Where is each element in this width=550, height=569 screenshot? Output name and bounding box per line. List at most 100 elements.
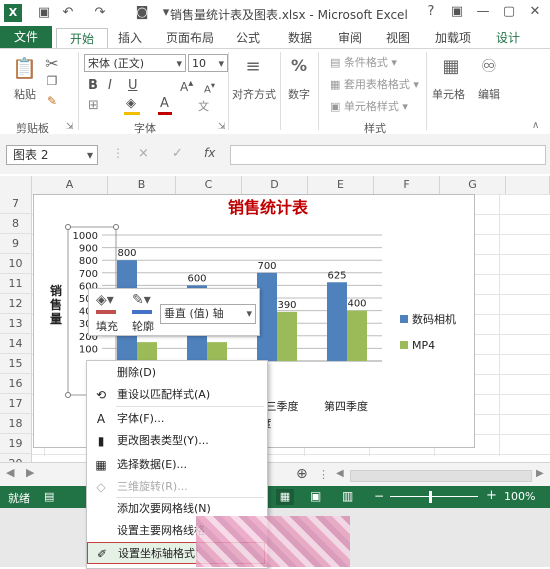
add-sheet-icon[interactable]: ⊕ [296, 466, 308, 482]
chart-element-select[interactable]: 垂直 (值) 轴 ▾ [160, 304, 256, 324]
help-icon[interactable]: ? [420, 3, 442, 21]
cut-icon[interactable]: ✂ [44, 54, 60, 73]
tab-view[interactable]: 视图 [378, 28, 418, 48]
context-menu-item[interactable]: A 字体(F)... [87, 408, 265, 430]
context-menu-item[interactable]: ◇ 三维旋转(R)... [87, 476, 265, 498]
context-menu-item[interactable]: ▮ 更改图表类型(Y)... [87, 430, 265, 452]
scroll-left-icon[interactable]: ◀ [336, 468, 346, 479]
format-painter-icon[interactable]: ✎ [44, 94, 60, 108]
tab-review[interactable]: 审阅 [330, 28, 370, 48]
save-icon[interactable]: ▣ [36, 5, 52, 21]
row-header[interactable]: 14 [0, 334, 32, 354]
cancel-icon[interactable]: × [138, 146, 149, 161]
editing-button[interactable]: 编辑 [478, 86, 500, 102]
enter-icon[interactable]: ✓ [172, 146, 183, 161]
column-header[interactable]: E [308, 176, 374, 194]
row-header[interactable]: 11 [0, 274, 32, 294]
scroll-right-icon[interactable]: ▶ [536, 468, 544, 479]
tab-data[interactable]: 数据 [280, 28, 320, 48]
tab-insert[interactable]: 插入 [110, 28, 150, 48]
prev-sheet-icon[interactable]: ◀ [6, 466, 14, 479]
context-menu-item[interactable]: ⟲ 重设以匹配样式(A) [87, 384, 265, 406]
column-header[interactable]: F [374, 176, 440, 194]
row-header[interactable]: 16 [0, 374, 32, 394]
tab-home[interactable]: 开始 [56, 28, 108, 49]
row-header[interactable]: 10 [0, 254, 32, 274]
zoom-slider[interactable] [390, 496, 478, 497]
percent-icon[interactable]: % [288, 56, 310, 75]
row-header[interactable]: 8 [0, 214, 32, 234]
border-icon[interactable]: ⊞ [88, 98, 99, 113]
close-button[interactable]: ✕ [524, 3, 546, 21]
shrink-font-icon[interactable]: A▾ [204, 80, 215, 95]
horizontal-scrollbar[interactable] [350, 470, 532, 482]
bold-icon[interactable]: B [88, 78, 98, 93]
conditional-format-button[interactable]: ▤ 条件格式 ▾ [330, 54, 397, 70]
row-header[interactable]: 7 [0, 194, 32, 214]
phonetic-icon[interactable]: 文 [198, 98, 209, 114]
row-header[interactable]: 13 [0, 314, 32, 334]
number-button[interactable]: 数字 [288, 86, 310, 102]
function-icon[interactable]: fx [204, 146, 215, 160]
row-header[interactable]: 18 [0, 414, 32, 434]
zoom-slider-thumb[interactable] [429, 491, 432, 503]
row-header[interactable]: 15 [0, 354, 32, 374]
redo-icon[interactable]: ↷ [92, 5, 108, 21]
pen-icon[interactable]: ✎▾ [132, 292, 151, 308]
column-header[interactable]: B [108, 176, 176, 194]
normal-view-icon[interactable]: ▦ [276, 489, 294, 505]
cells-button[interactable]: 单元格 [432, 86, 465, 102]
grow-font-icon[interactable]: A▴ [180, 78, 193, 94]
row-header[interactable]: 12 [0, 294, 32, 314]
dialog-launcher-icon[interactable]: ⇲ [66, 122, 74, 132]
page-break-view-icon[interactable]: ▥ [342, 489, 353, 503]
context-menu-item[interactable]: 删除(D) [87, 362, 265, 384]
maximize-button[interactable]: ▢ [498, 3, 520, 21]
zoom-out-icon[interactable]: − [374, 489, 384, 503]
outline-button[interactable]: 轮廓 [132, 318, 154, 334]
column-header[interactable]: C [176, 176, 242, 194]
italic-icon[interactable]: I [108, 78, 112, 93]
paste-icon[interactable]: 📋 [12, 56, 37, 82]
sheet-options-icon[interactable]: ⋮ [318, 468, 329, 481]
macro-record-icon[interactable]: ▤ [44, 490, 54, 503]
tab-formulas[interactable]: 公式 [228, 28, 268, 48]
format-as-table-button[interactable]: ▦ 套用表格格式 ▾ [330, 76, 419, 92]
cell-styles-button[interactable]: ▣ 单元格样式 ▾ [330, 98, 408, 114]
column-header[interactable]: A [32, 176, 108, 194]
next-sheet-icon[interactable]: ▶ [26, 466, 34, 479]
align-icon[interactable]: ≡ [242, 56, 264, 78]
formula-input[interactable] [230, 145, 546, 165]
tab-page-layout[interactable]: 页面布局 [160, 28, 220, 48]
row-header[interactable]: 9 [0, 234, 32, 254]
zoom-in-icon[interactable]: + [486, 488, 497, 503]
undo-icon[interactable]: ↶ [60, 5, 76, 21]
ribbon-display-icon[interactable]: ▣ [446, 3, 468, 21]
row-header[interactable]: 19 [0, 434, 32, 454]
font-name-select[interactable]: 宋体 (正文) ▾ [84, 54, 186, 72]
fill-color-icon[interactable]: ◈ [126, 96, 136, 111]
tab-file[interactable]: 文件 [0, 26, 52, 48]
binoculars-icon[interactable]: ♾ [478, 56, 500, 77]
minimize-button[interactable]: — [472, 3, 494, 21]
page-layout-view-icon[interactable]: ▣ [310, 489, 321, 503]
row-header[interactable]: 17 [0, 394, 32, 414]
collapse-ribbon-icon[interactable]: ∧ [532, 120, 539, 131]
tab-addins[interactable]: 加载项 [428, 28, 478, 48]
column-header[interactable]: D [242, 176, 308, 194]
fill-button[interactable]: 填充 [96, 318, 118, 334]
column-header[interactable]: G [440, 176, 506, 194]
copy-icon[interactable]: ❐ [44, 74, 60, 88]
name-box[interactable]: 图表 2 ▾ [6, 145, 98, 165]
fill-bucket-icon[interactable]: ◈▾ [96, 292, 114, 308]
tab-design[interactable]: 设计 [488, 28, 528, 48]
alignment-button[interactable]: 对齐方式 [232, 86, 276, 102]
font-color-icon[interactable]: A [160, 96, 169, 111]
zoom-level[interactable]: 100% [504, 490, 535, 503]
camera-icon[interactable]: ◙ [134, 5, 150, 21]
paste-button[interactable]: 粘贴 [14, 86, 36, 102]
underline-icon[interactable]: U [128, 78, 138, 93]
font-size-select[interactable]: 10 ▾ [188, 54, 228, 72]
select-all-corner[interactable] [0, 176, 32, 194]
context-menu-item[interactable]: ▦ 选择数据(E)... [87, 454, 265, 476]
